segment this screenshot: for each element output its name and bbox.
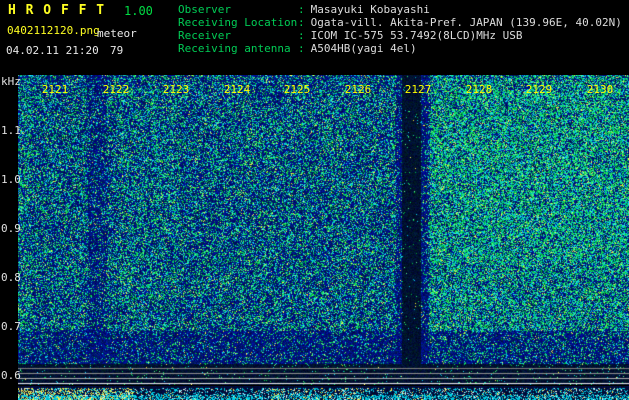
info-colon: : (298, 29, 305, 42)
info-value: Masayuki Kobayashi (310, 3, 430, 16)
info-label: Observer (178, 3, 231, 16)
freq-label-0.7: 0.7 (1, 320, 21, 333)
time-label-2129: 2129 (525, 83, 553, 96)
spectrogram-canvas (18, 75, 629, 385)
freq-label-1.1: 1.1 (1, 124, 21, 137)
time-label-2126: 2126 (344, 83, 372, 96)
info-colon: : (298, 16, 305, 29)
info-line-antenna: Receiving antenna: A504HB(yagi 4el) (178, 42, 622, 55)
info-colon: : (298, 42, 305, 55)
signal-level-strip-canvas (18, 386, 629, 400)
time-label-2127: 2127 (404, 83, 432, 96)
info-line-location: Receiving Location: Ogata-vill. Akita-Pre… (178, 16, 622, 29)
station-info: Observer: Masayuki Kobayashi Receiving Lo… (178, 3, 622, 55)
info-value: Ogata-vill. Akita-Pref. JAPAN (139.96E, … (310, 16, 622, 29)
info-label: Receiver (178, 29, 231, 42)
info-value: ICOM IC-575 53.7492(8LCD)MHz USB (310, 29, 523, 42)
time-label-2122: 2122 (102, 83, 130, 96)
info-label: Receiving Location (178, 16, 298, 29)
freq-label-0.6: 0.6 (1, 369, 21, 382)
freq-label-1.0: 1.0 (1, 173, 21, 186)
time-label-2121: 2121 (41, 83, 69, 96)
app-version: 1.00 (124, 4, 153, 18)
time-label-2123: 2123 (162, 83, 190, 96)
info-colon: : (298, 3, 305, 16)
time-label-2130: 2130 (586, 83, 614, 96)
freq-axis-unit: kHz (1, 75, 21, 88)
hrofft-output: H R O F F T 1.00 0402112120.png meteor 0… (0, 0, 629, 400)
info-line-receiver: Receiver: ICOM IC-575 53.7492(8LCD)MHz US… (178, 29, 622, 42)
time-label-2128: 2128 (465, 83, 493, 96)
info-value: A504HB(yagi 4el) (310, 42, 417, 55)
datetime-label: 04.02.11 21:20 (6, 44, 99, 57)
time-label-2124: 2124 (223, 83, 251, 96)
echo-count: 79 (110, 44, 124, 57)
mode-label: meteor (97, 27, 137, 40)
freq-label-0.8: 0.8 (1, 271, 21, 284)
freq-label-0.9: 0.9 (1, 222, 21, 235)
app-title: H R O F F T (8, 3, 106, 18)
time-label-2125: 2125 (283, 83, 311, 96)
output-filename: 0402112120.png (7, 24, 100, 37)
info-line-observer: Observer: Masayuki Kobayashi (178, 3, 622, 16)
info-label: Receiving antenna (178, 42, 291, 55)
